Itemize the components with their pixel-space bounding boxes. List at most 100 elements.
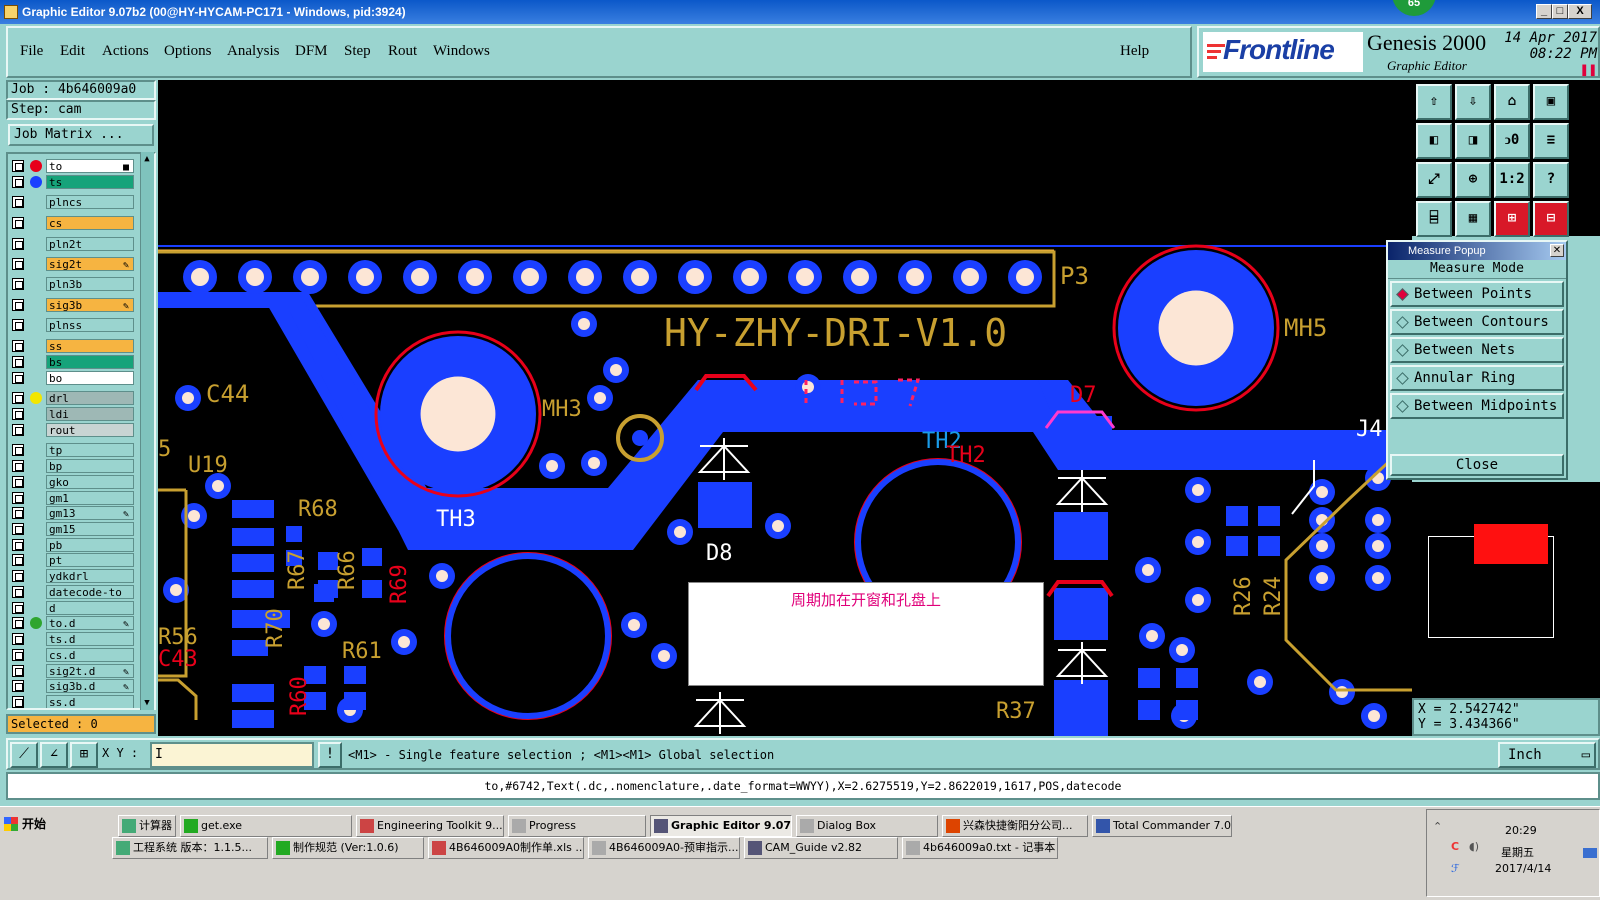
layer-row-bp[interactable]: bp (10, 458, 136, 474)
layer-checkbox[interactable] (12, 424, 24, 436)
layer-row-sig2t-d[interactable]: sig2t.d ✎ (10, 663, 136, 679)
layer-checkbox[interactable] (12, 444, 24, 456)
layer-name[interactable]: bp (46, 459, 134, 473)
layer-checkbox[interactable] (12, 554, 24, 566)
menu-actions[interactable]: Actions (102, 43, 149, 60)
layer-row-sig3b-d[interactable]: sig3b.d ✎ (10, 678, 136, 694)
show-desktop-icon[interactable] (1583, 848, 1597, 858)
layer-row-gm13[interactable]: gm13 ✎ (10, 505, 136, 521)
layer-display-dot[interactable] (30, 160, 42, 172)
zoom-center-icon[interactable]: ⊕ (1455, 162, 1491, 198)
layer-checkbox[interactable] (12, 460, 24, 472)
layer-name[interactable]: gm1 (46, 491, 134, 505)
measure-option-between-contours[interactable]: Between Contours (1390, 309, 1564, 335)
pan-left-icon[interactable]: ◧ (1416, 123, 1452, 159)
layer-display-dot[interactable] (30, 617, 42, 629)
layer-row-rout[interactable]: rout (10, 422, 136, 438)
layer-blue-icon[interactable]: ⊟ (1533, 201, 1569, 237)
layer-checkbox[interactable] (12, 507, 24, 519)
taskbar-button[interactable]: CAM_Guide v2.82 (744, 837, 898, 859)
layer-row-datecode-to[interactable]: datecode-to (10, 584, 136, 600)
layer-checkbox[interactable] (12, 372, 24, 384)
layer-name[interactable]: ss (46, 339, 134, 353)
layer-display-dot[interactable] (30, 392, 42, 404)
layer-checkbox[interactable] (12, 492, 24, 504)
minimize-button[interactable]: _ (1536, 4, 1552, 19)
scale-icon[interactable]: 1:2 (1494, 162, 1530, 198)
layer-name[interactable]: pln3b (46, 277, 134, 291)
taskbar-button[interactable]: get.exe (180, 815, 352, 837)
layer-name[interactable]: rout (46, 423, 134, 437)
layer-name[interactable]: pb (46, 538, 134, 552)
layer-row-drl[interactable]: drl (10, 390, 136, 406)
taskbar-button[interactable]: 兴森快捷衡阳分公司... (942, 815, 1088, 837)
scroll-down-icon[interactable]: ▼ (142, 698, 152, 708)
layer-checkbox[interactable] (12, 696, 24, 708)
mirror-icon[interactable]: ↄ0 (1494, 123, 1530, 159)
taskbar-button[interactable]: Dialog Box (796, 815, 938, 837)
layer-name[interactable]: pt (46, 553, 134, 567)
layer-name[interactable]: gko (46, 475, 134, 489)
layer-name[interactable]: tp (46, 443, 134, 457)
layer-checkbox[interactable] (12, 476, 24, 488)
layer-row-to-d[interactable]: to.d ✎ (10, 615, 136, 631)
start-button[interactable]: 开始 (2, 813, 50, 835)
taskbar-button[interactable]: 工程系统 版本：1.1.5... (112, 837, 268, 859)
layer-checkbox[interactable] (12, 340, 24, 352)
layer-row-bo[interactable]: bo (10, 370, 136, 386)
measure-option-between-midpoints[interactable]: Between Midpoints (1390, 393, 1564, 419)
unit-selector[interactable]: Inch ▭ (1498, 742, 1596, 768)
layer-row-ss[interactable]: ss (10, 338, 136, 354)
flip-icon[interactable]: ≡ (1533, 123, 1569, 159)
layer-row-ts[interactable]: ts (10, 174, 136, 190)
volume-icon[interactable]: ◖) (1469, 840, 1479, 853)
layer-checkbox[interactable] (12, 392, 24, 404)
layer-name[interactable]: plnss (46, 318, 134, 332)
layer-row-pb[interactable]: pb (10, 537, 136, 553)
snap-icon[interactable]: ⟋ (10, 742, 38, 768)
menu-options[interactable]: Options (164, 43, 212, 60)
job-matrix-button[interactable]: Job Matrix ... (8, 124, 154, 146)
layer-checkbox[interactable] (12, 356, 24, 368)
xy-input[interactable]: I (150, 742, 314, 768)
layer-name[interactable]: to ■ (46, 159, 134, 173)
layer-checkbox[interactable] (12, 217, 24, 229)
zoom-fit-icon[interactable]: ⤢ (1416, 162, 1452, 198)
layer-checkbox[interactable] (12, 602, 24, 614)
taskbar-button[interactable]: Engineering Toolkit 9.... (356, 815, 504, 837)
layer-checkbox[interactable] (12, 196, 24, 208)
menu-windows[interactable]: Windows (433, 43, 490, 60)
layer-row-cs[interactable]: cs (10, 215, 136, 231)
layer-row-ss-d[interactable]: ss.d (10, 694, 136, 708)
overview-map[interactable] (1412, 482, 1600, 698)
layer-row-plncs[interactable]: plncs (10, 194, 136, 210)
angle-icon[interactable]: ∠ (40, 742, 68, 768)
layer-name[interactable]: bs (46, 355, 134, 369)
window-icon[interactable]: ▣ (1533, 84, 1569, 120)
layer-display-dot[interactable] (30, 176, 42, 188)
layer-name[interactable]: sig2t.d ✎ (46, 664, 134, 678)
layer-row-gko[interactable]: gko (10, 474, 136, 490)
layer-row-to[interactable]: to ■ (10, 158, 136, 174)
menu-dfm[interactable]: DFM (295, 43, 328, 60)
layer-checkbox[interactable] (12, 649, 24, 661)
layer-checkbox[interactable] (12, 238, 24, 250)
menu-rout[interactable]: Rout (388, 43, 417, 60)
layer-name[interactable]: ss.d (46, 695, 134, 708)
layer-checkbox[interactable] (12, 633, 24, 645)
layer-checkbox[interactable] (12, 523, 24, 535)
layer-checkbox[interactable] (12, 665, 24, 677)
layer-name[interactable]: sig3b ✎ (46, 298, 134, 312)
layer-row-sig3b[interactable]: sig3b ✎ (10, 297, 136, 313)
layer-name[interactable]: plncs (46, 195, 134, 209)
layer-checkbox[interactable] (12, 160, 24, 172)
layer-row-ts-d[interactable]: ts.d (10, 631, 136, 647)
layer-name[interactable]: cs.d (46, 648, 134, 662)
taskbar-button[interactable]: Total Commander 7.0 ... (1092, 815, 1232, 837)
layer-row-pt[interactable]: pt (10, 552, 136, 568)
layer-checkbox[interactable] (12, 408, 24, 420)
layer-name[interactable]: pln2t (46, 237, 134, 251)
layer-checkbox[interactable] (12, 319, 24, 331)
close-window-button[interactable]: X (1568, 4, 1592, 19)
help-icon[interactable]: ? (1533, 162, 1569, 198)
